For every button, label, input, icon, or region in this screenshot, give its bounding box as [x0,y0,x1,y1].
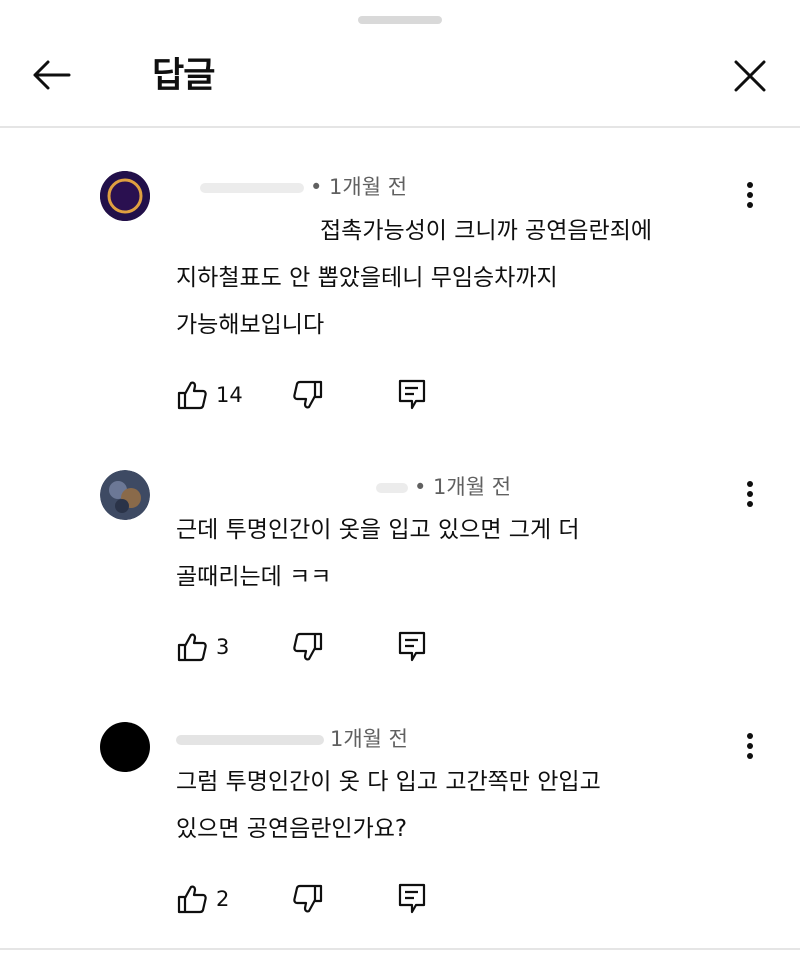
more-vert-icon [747,733,753,759]
comment-time: • 1개월 전 [414,475,512,499]
comment-line: 골때리는데 ㅋㅋ [176,564,332,590]
like-button[interactable]: 3 [176,630,229,664]
more-options-button[interactable] [736,729,764,763]
reply-button[interactable] [398,882,426,916]
comment-line: 그럼 투명인간이 옷 다 입고 고간쪽만 안입고 [176,769,601,795]
avatar[interactable] [100,171,150,221]
avatar[interactable] [100,722,150,772]
comment-actions: 14 [176,378,436,412]
drag-handle[interactable] [358,16,442,24]
bottom-divider [0,948,800,950]
reply-button[interactable] [398,378,426,412]
like-count: 14 [216,383,243,407]
thumbs-down-icon [293,380,323,409]
like-button[interactable]: 2 [176,882,229,916]
comment-meta: • 1개월 전 [200,172,407,202]
more-vert-icon [747,182,753,208]
thumbs-up-icon [177,381,207,410]
thumbs-down-icon [293,632,323,661]
more-options-button[interactable] [736,477,764,511]
comment-time: 1개월 전 [330,727,408,751]
like-count: 3 [216,635,230,659]
comment-text: 접촉가능성이 크니까 공연음란죄에지하철표도 안 뽑았을테니 무임승차까지가능해… [176,208,756,349]
like-count: 2 [216,887,230,911]
page-title: 답글 [152,56,215,96]
author-name-redacted[interactable] [176,735,324,745]
comment-text: 그럼 투명인간이 옷 다 입고 고간쪽만 안입고있으면 공연음란인가요? [176,759,756,853]
close-button[interactable] [726,52,774,100]
thumbs-up-icon [177,885,207,914]
comment-meta: 1개월 전 [176,724,408,754]
comment-actions: 2 [176,882,436,916]
dislike-button[interactable] [292,630,324,664]
avatar-ring-image [100,171,150,221]
reply-icon [398,631,426,662]
close-icon [734,60,766,92]
comment-time: • 1개월 전 [310,175,408,199]
comment-line: 접촉가능성이 크니까 공연음란죄에 [320,218,653,244]
thumbs-up-icon [177,633,207,662]
comment-line: 근데 투명인간이 옷을 입고 있으면 그게 더 [176,517,580,543]
comment-line: 있으면 공연음란인가요? [176,816,408,842]
reply-icon [398,883,426,914]
author-name-redacted[interactable] [376,483,408,493]
reply-button[interactable] [398,630,426,664]
author-name-redacted[interactable] [200,183,304,193]
more-options-button[interactable] [736,178,764,212]
replies-header: 답글 [0,30,800,128]
like-button[interactable]: 14 [176,378,243,412]
arrow-left-icon [33,60,71,90]
comment-text: 근데 투명인간이 옷을 입고 있으면 그게 더골때리는데 ㅋㅋ [176,507,756,601]
comment-line: 가능해보입니다 [176,312,325,338]
avatar[interactable] [100,470,150,520]
thumbs-down-icon [293,884,323,913]
dislike-button[interactable] [292,378,324,412]
comment-meta: • 1개월 전 [376,472,511,502]
comment-actions: 3 [176,630,436,664]
more-vert-icon [747,481,753,507]
back-button[interactable] [26,52,76,98]
comment-line: 지하철표도 안 뽑았을테니 무임승차까지 [176,265,558,291]
dislike-button[interactable] [292,882,324,916]
reply-icon [398,379,426,410]
avatar-image [100,470,150,520]
